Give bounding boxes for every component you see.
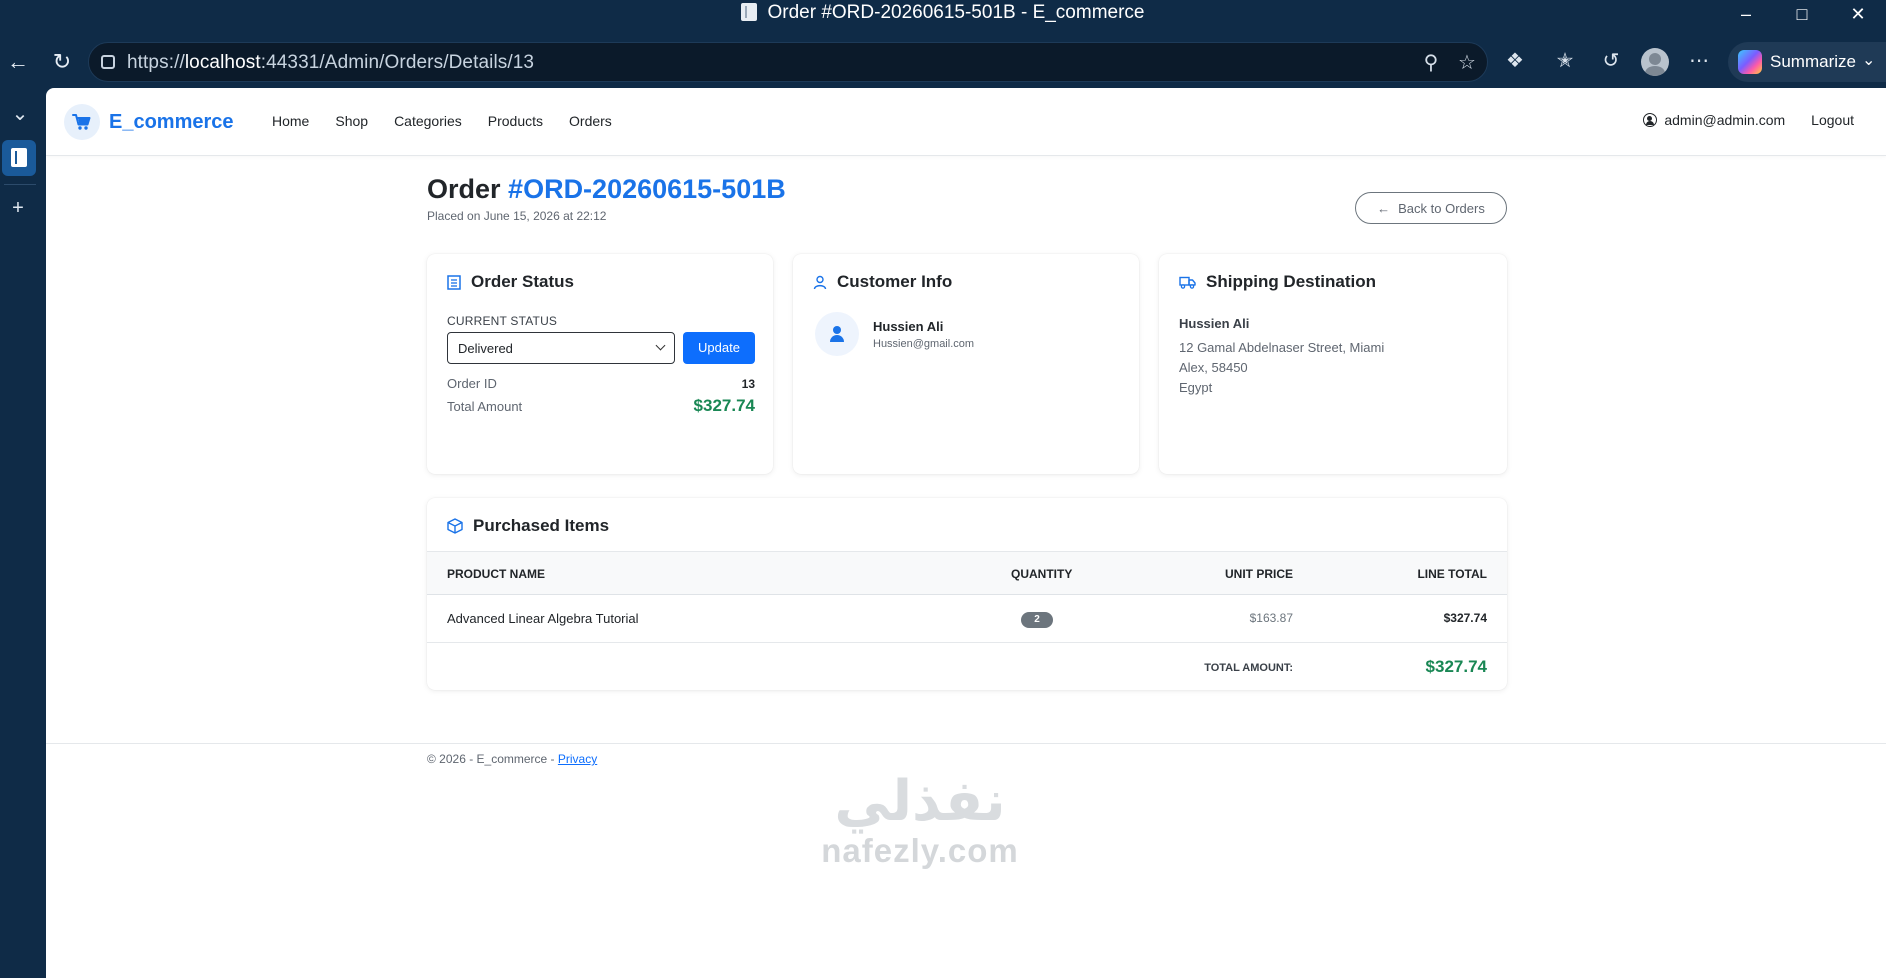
summarize-label: Summarize [1770, 52, 1856, 71]
unit-price: $163.87 [1249, 611, 1293, 625]
user-circle-icon [1643, 113, 1658, 127]
cart-logo-icon [64, 104, 100, 140]
back-arrow-icon[interactable]: ← [2, 46, 34, 78]
logout-link[interactable]: Logout [1811, 112, 1854, 128]
brand-name: E_commerce [109, 111, 234, 133]
col-quantity: QUANTITY [1011, 567, 1073, 581]
line-total: $327.74 [1443, 611, 1487, 625]
col-product-name: PRODUCT NAME [447, 567, 545, 581]
customer-name: Hussien Ali [873, 319, 944, 334]
customer-email: Hussien@gmail.com [873, 338, 975, 350]
site-navbar: E_commerce Home Shop Categories Products… [46, 88, 1886, 156]
customer-info-card: Customer Info Hussien Ali Hussien@gmail.… [793, 254, 1139, 474]
history-icon[interactable]: ↺ [1596, 46, 1626, 76]
watermark-latin: nafezly.com [821, 832, 1019, 869]
watermark-arabic: نفذلي [834, 769, 1006, 834]
table-header: PRODUCT NAME QUANTITY UNIT PRICE LINE TO… [427, 551, 1507, 595]
divider [4, 184, 36, 185]
card-title: Order Status [447, 272, 574, 292]
current-status-label: CURRENT STATUS [447, 314, 558, 328]
url-field[interactable]: https://localhost:44331/Admin/Orders/Det… [88, 42, 1488, 82]
total-amount-footer-value: $327.74 [1425, 657, 1487, 676]
purchased-items-card: Purchased Items PRODUCT NAME QUANTITY UN… [427, 498, 1507, 690]
chevron-down-icon[interactable]: ⌄ [1862, 50, 1875, 70]
nav-shop[interactable]: Shop [335, 113, 368, 129]
table-footer: TOTAL AMOUNT: $327.74 [427, 643, 1507, 690]
receipt-icon [447, 274, 461, 290]
user-email[interactable]: admin@admin.com [1664, 112, 1785, 128]
privacy-link[interactable]: Privacy [558, 752, 597, 766]
card-title: Shipping Destination [1179, 272, 1376, 292]
active-tab[interactable] [2, 140, 36, 176]
page-icon [11, 148, 27, 167]
minimize-icon[interactable]: – [1718, 0, 1774, 30]
page-footer: © 2026 - E_commerce - Privacy [46, 743, 1886, 766]
truck-icon [1179, 276, 1196, 289]
vertical-tabs-sidebar: ⌄ + [0, 90, 46, 978]
order-id-label: Order ID [447, 376, 497, 391]
product-name: Advanced Linear Algebra Tutorial [447, 611, 639, 626]
back-to-orders-button[interactable]: ← Back to Orders [1355, 192, 1507, 224]
window-titlebar: Order #ORD-20260615-501B - E_commerce – … [0, 0, 1886, 30]
selected-status: Delivered [458, 341, 513, 356]
site-info-icon[interactable] [101, 55, 115, 69]
nav-home[interactable]: Home [272, 113, 309, 129]
quantity-badge: 2 [1021, 612, 1053, 628]
chevron-down-icon [655, 340, 666, 351]
total-amount-label: Total Amount [447, 399, 523, 414]
new-tab-plus-icon[interactable]: + [0, 190, 36, 226]
back-label: Back to Orders [1398, 200, 1485, 216]
order-header: Order #ORD-20260615-501B Placed on June … [427, 174, 786, 223]
card-title: Customer Info [813, 272, 952, 292]
shipping-name: Hussien Ali [1179, 316, 1250, 331]
shipping-country-line: Egypt [1179, 380, 1213, 395]
profile-avatar[interactable] [1641, 48, 1669, 76]
user-area: admin@admin.com Logout [1643, 112, 1854, 128]
col-line-total: LINE TOTAL [1417, 567, 1487, 581]
nav-links: Home Shop Categories Products Orders [272, 113, 612, 129]
window-title: Order #ORD-20260615-501B - E_commerce [0, 2, 1886, 24]
placed-date: Placed on June 15, 2026 at 22:12 [427, 209, 607, 223]
copilot-icon [1738, 50, 1762, 74]
nav-orders[interactable]: Orders [569, 113, 612, 129]
shipping-city-line: Alex, 58450 [1179, 360, 1248, 375]
close-icon[interactable]: ✕ [1830, 0, 1886, 30]
url-text: https://localhost:44331/Admin/Orders/Det… [127, 52, 535, 73]
order-id-value: 13 [741, 377, 755, 391]
order-number: #ORD-20260615-501B [508, 174, 786, 204]
maximize-icon[interactable]: □ [1774, 0, 1830, 30]
total-amount-row: Total Amount $327.74 [447, 396, 755, 416]
card-title: Purchased Items [447, 516, 609, 536]
zoom-icon[interactable]: ⚲ [1419, 51, 1443, 75]
col-unit-price: UNIT PRICE [1224, 567, 1293, 581]
page-title: Order #ORD-20260615-501B [427, 174, 786, 204]
more-options-icon[interactable]: ⋯ [1684, 46, 1714, 76]
shipping-destination-card: Shipping Destination Hussien Ali 12 Gama… [1159, 254, 1507, 474]
watermark-logo: نفذلي nafezly.com [790, 772, 1050, 870]
arrow-left-icon: ← [1377, 200, 1391, 216]
user-icon [813, 275, 827, 289]
order-status-card: Order Status CURRENT STATUS Delivered Up… [427, 254, 773, 474]
summarize-button[interactable]: Summarize ⌄ [1728, 42, 1886, 82]
page-icon [741, 3, 758, 21]
customer-avatar [815, 312, 859, 356]
box-icon [447, 518, 463, 534]
extensions-icon[interactable]: ❖ [1500, 46, 1530, 76]
favorite-star-icon[interactable]: ☆ [1455, 51, 1479, 75]
shipping-address-line: 12 Gamal Abdelnaser Street, Miami [1179, 340, 1385, 355]
refresh-icon[interactable]: ↻ [46, 46, 78, 78]
window-title-text: Order #ORD-20260615-501B - E_commerce [767, 2, 1145, 23]
total-amount-footer-label: TOTAL AMOUNT: [1204, 662, 1293, 674]
nav-products[interactable]: Products [488, 113, 543, 129]
update-button[interactable]: Update [683, 332, 755, 364]
order-id-row: Order ID 13 [447, 376, 755, 391]
total-amount-value: $327.74 [693, 396, 755, 415]
status-select[interactable]: Delivered [447, 332, 675, 364]
footer-text: © 2026 - E_commerce - Privacy [427, 752, 598, 766]
favorites-icon[interactable]: ✭ [1550, 46, 1580, 76]
chevron-down-icon[interactable]: ⌄ [2, 96, 38, 132]
table-row: Advanced Linear Algebra Tutorial 2 $163.… [427, 595, 1507, 643]
nav-categories[interactable]: Categories [394, 113, 462, 129]
